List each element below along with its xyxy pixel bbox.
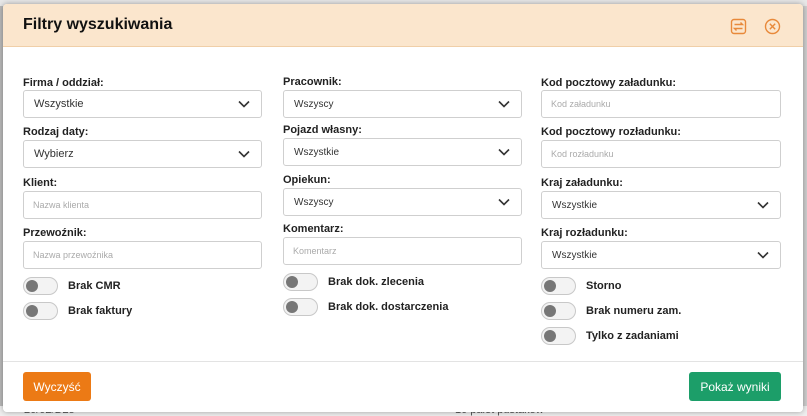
kod-rozladunku-input[interactable]: Kod rozładunku (541, 140, 781, 168)
rodzaj-daty-value: Wybierz (34, 148, 74, 160)
storno-toggle[interactable] (541, 277, 576, 295)
toggle-row-zadania: Tylko z zadaniami (541, 326, 679, 346)
brak-dok-dostarczenia-toggle[interactable] (283, 298, 318, 316)
chevron-down-icon (237, 97, 251, 111)
search-filters-modal: Filtry wyszukiwania Firma / oddział: Wsz… (3, 4, 803, 412)
storno-label: Storno (586, 280, 622, 292)
klient-label: Klient: (23, 177, 58, 189)
swap-icon[interactable] (729, 17, 747, 35)
modal-header: Filtry wyszukiwania (3, 4, 803, 47)
pracownik-label: Pracownik: (283, 76, 342, 88)
firma-select[interactable]: Wszystkie (23, 90, 262, 118)
kraj-rozladunku-label: Kraj rozładunku: (541, 227, 628, 239)
brak-numeru-toggle[interactable] (541, 302, 576, 320)
firma-select-value: Wszystkie (34, 98, 84, 110)
tylko-z-zadaniami-label: Tylko z zadaniami (586, 330, 679, 342)
kraj-zaladunku-label: Kraj załadunku: (541, 177, 623, 189)
chevron-down-icon (497, 195, 511, 209)
kraj-zaladunku-value: Wszystkie (552, 199, 597, 211)
tylko-z-zadaniami-toggle[interactable] (541, 327, 576, 345)
toggle-row-brak-zlecenia: Brak dok. zlecenia (283, 272, 424, 292)
chevron-down-icon (756, 248, 770, 262)
komentarz-input[interactable]: Komentarz (283, 237, 522, 265)
komentarz-label: Komentarz: (283, 223, 344, 235)
kraj-zaladunku-select[interactable]: Wszystkie (541, 191, 781, 219)
brak-dok-dostarczenia-label: Brak dok. dostarczenia (328, 301, 449, 313)
pojazd-label: Pojazd własny: (283, 124, 362, 136)
toggle-row-brak-cmr: Brak CMR (23, 276, 121, 296)
modal-footer: Wyczyść Pokaż wyniki (3, 361, 803, 412)
clear-button[interactable]: Wyczyść (23, 372, 91, 401)
toggle-row-brak-numeru: Brak numeru zam. (541, 301, 681, 321)
chevron-down-icon (237, 147, 251, 161)
chevron-down-icon (497, 97, 511, 111)
chevron-down-icon (497, 145, 511, 159)
rodzaj-daty-label: Rodzaj daty: (23, 126, 89, 138)
opiekun-label: Opiekun: (283, 174, 331, 186)
toggle-row-brak-dostarczenia: Brak dok. dostarczenia (283, 297, 448, 317)
toggle-row-brak-faktury: Brak faktury (23, 301, 132, 321)
przewoznik-input[interactable]: Nazwa przewoźnika (23, 241, 262, 269)
toggle-row-storno: Storno (541, 276, 621, 296)
pracownik-select[interactable]: Wszyscy (283, 90, 522, 118)
pojazd-value: Wszystkie (294, 146, 339, 158)
kod-rozladunku-label: Kod pocztowy rozładunku: (541, 126, 681, 138)
opiekun-select[interactable]: Wszyscy (283, 188, 522, 216)
brak-faktury-toggle[interactable] (23, 302, 58, 320)
brak-cmr-toggle[interactable] (23, 277, 58, 295)
brak-cmr-label: Brak CMR (68, 280, 121, 292)
brak-dok-zlecenia-label: Brak dok. zlecenia (328, 276, 424, 288)
brak-dok-zlecenia-toggle[interactable] (283, 273, 318, 291)
kod-zaladunku-label: Kod pocztowy załadunku: (541, 77, 677, 89)
kraj-rozladunku-select[interactable]: Wszystkie (541, 241, 781, 269)
przewoznik-label: Przewoźnik: (23, 227, 87, 239)
close-icon[interactable] (763, 17, 781, 35)
chevron-down-icon (756, 198, 770, 212)
kraj-rozladunku-value: Wszystkie (552, 249, 597, 261)
kod-zaladunku-input[interactable]: Kod załadunku (541, 90, 781, 118)
background-page-edge (803, 6, 807, 406)
modal-body: Firma / oddział: Wszystkie Rodzaj daty: … (3, 47, 803, 361)
brak-numeru-label: Brak numeru zam. (586, 305, 682, 317)
firma-label: Firma / oddział: (23, 77, 104, 89)
pojazd-select[interactable]: Wszystkie (283, 138, 522, 166)
show-results-button[interactable]: Pokaż wyniki (689, 372, 781, 401)
pracownik-value: Wszyscy (294, 98, 334, 110)
opiekun-value: Wszyscy (294, 196, 334, 208)
brak-faktury-label: Brak faktury (68, 305, 133, 317)
rodzaj-daty-select[interactable]: Wybierz (23, 140, 262, 168)
modal-title: Filtry wyszukiwania (23, 16, 173, 33)
klient-input[interactable]: Nazwa klienta (23, 191, 262, 219)
